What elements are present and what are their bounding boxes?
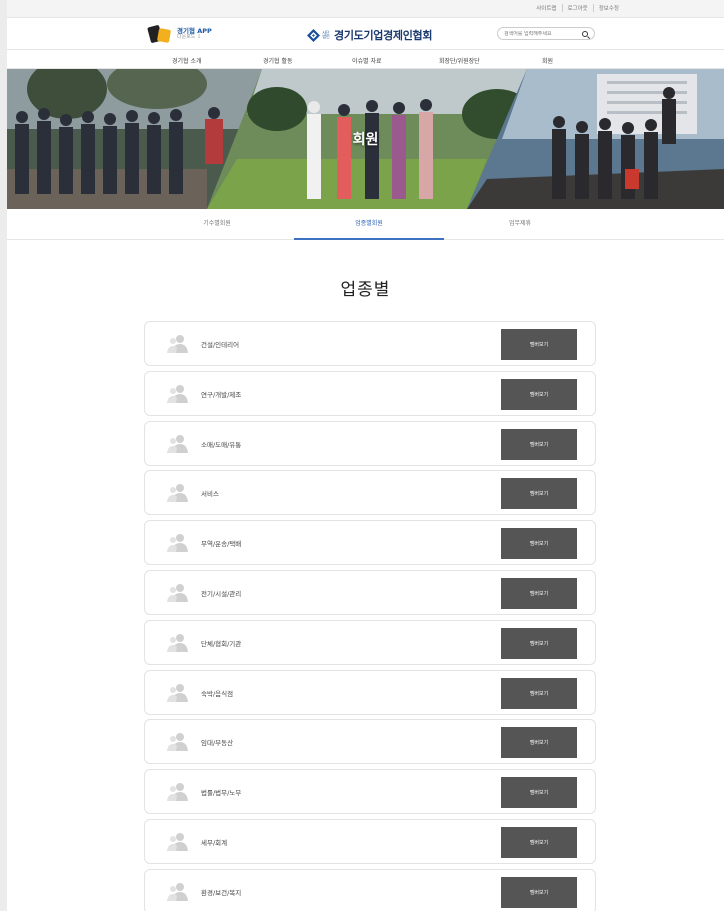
list-item: 전기/시설/관리 멤버보기 [144, 569, 596, 615]
search-box [497, 27, 595, 40]
tab-by-generation[interactable]: 기수별회원 [142, 209, 292, 240]
list-item: 서비스 멤버보기 [144, 470, 596, 516]
logo-text: 경기도기업경제인협회 [334, 29, 433, 42]
category-list: 건설/인테리어 멤버보기 연구/개발/제조 멤버보기 소매/도매/유통 멤버보기 서비스 멤버… [144, 321, 596, 911]
list-item: 소매/도매/유통 멤버보기 [144, 420, 596, 466]
phone-icon [147, 24, 173, 44]
category-label: 숙박/음식점 [201, 689, 234, 698]
list-item: 임대/부동산 멤버보기 [144, 719, 596, 765]
app-download-link[interactable]: 경기협 APP 다운로드 ⇩ [147, 24, 212, 44]
view-members-button[interactable]: 멤버보기 [501, 378, 577, 410]
view-members-button[interactable]: 멤버보기 [501, 428, 577, 460]
list-item: 환경/보건/복지 멤버보기 [144, 868, 596, 911]
view-members-button[interactable]: 멤버보기 [501, 826, 577, 858]
view-members-button[interactable]: 멤버보기 [501, 577, 577, 609]
member-icon [167, 832, 188, 851]
site-logo[interactable]: 사단법인 경기도기업경제인협회 [307, 27, 433, 43]
view-members-button[interactable]: 멤버보기 [501, 329, 577, 360]
hero-title: 회원 [352, 132, 379, 148]
member-icon [167, 882, 188, 901]
list-item: 숙박/음식점 멤버보기 [144, 669, 596, 715]
member-icon [167, 335, 188, 353]
category-label: 건설/인테리어 [201, 341, 240, 349]
category-label: 전기/시설/관리 [201, 589, 242, 598]
member-icon [167, 484, 188, 503]
utility-links: 사이트맵 로그아웃 정보수정 [531, 4, 624, 12]
view-members-button[interactable]: 멤버보기 [501, 528, 577, 560]
member-icon [167, 384, 188, 403]
tab-partnership[interactable]: 업무제휴 [445, 209, 595, 240]
view-members-button[interactable]: 멤버보기 [501, 677, 577, 709]
category-label: 무역/운송/택배 [201, 540, 242, 549]
nav-item-leadership[interactable]: 회장단/위원장단 [439, 56, 480, 65]
category-label: 단체/협회/기관 [201, 639, 242, 648]
nav-item-issues[interactable]: 이슈별 자료 [352, 56, 382, 65]
category-label: 세무/회계 [201, 838, 228, 847]
view-members-button[interactable]: 멤버보기 [501, 627, 577, 659]
logout-link[interactable]: 로그아웃 [563, 4, 594, 12]
logo-mini-text: 사단법인 [322, 30, 330, 39]
list-item: 법률/법무/노무 멤버보기 [144, 769, 596, 815]
section-title: 업종별 [340, 280, 391, 300]
member-icon [167, 783, 188, 802]
main-nav: 경기협 소개 경기협 활동 이슈별 자료 회장단/위원장단 회원 [7, 50, 724, 69]
view-members-button[interactable]: 멤버보기 [501, 727, 577, 759]
nav-item-about[interactable]: 경기협 소개 [172, 56, 202, 65]
app-download-label: 다운로드 ⇩ [177, 33, 202, 40]
sub-tabs: 기수별회원 업종별회원 업무제휴 [7, 209, 724, 240]
nav-item-members[interactable]: 회원 [542, 56, 553, 65]
header: 경기협 APP 다운로드 ⇩ 사단법인 경기도기업경제인협회 [7, 18, 724, 50]
list-item: 연구/개발/제조 멤버보기 [144, 370, 596, 416]
category-label: 소매/도매/유통 [201, 440, 242, 449]
category-label: 법률/법무/노무 [201, 789, 242, 798]
category-label: 환경/보건/복지 [201, 888, 242, 897]
utility-bar: 사이트맵 로그아웃 정보수정 [7, 0, 724, 18]
member-icon [167, 583, 188, 602]
list-item: 단체/협회/기관 멤버보기 [144, 619, 596, 665]
sitemap-link[interactable]: 사이트맵 [531, 4, 563, 12]
logo-diamond-icon [307, 28, 320, 42]
nav-item-activity[interactable]: 경기협 활동 [263, 56, 293, 65]
tab-by-industry[interactable]: 업종별회원 [294, 209, 444, 240]
member-icon [167, 434, 188, 453]
list-item: 세무/회계 멤버보기 [144, 818, 596, 864]
view-members-button[interactable]: 멤버보기 [501, 777, 577, 809]
search-input[interactable] [504, 30, 579, 37]
member-icon [167, 683, 188, 702]
view-members-button[interactable]: 멤버보기 [501, 876, 577, 908]
category-label: 연구/개발/제조 [201, 390, 242, 399]
edit-info-link[interactable]: 정보수정 [594, 4, 624, 12]
member-icon [167, 733, 188, 752]
page: 사이트맵 로그아웃 정보수정 경기협 APP 다운로드 ⇩ 사단법인 경기도기업… [7, 0, 724, 911]
list-item: 건설/인테리어 멤버보기 [144, 321, 596, 366]
member-icon [167, 534, 188, 553]
hero-banner: 회원 [7, 69, 724, 209]
member-icon [167, 633, 188, 652]
list-item: 무역/운송/택배 멤버보기 [144, 520, 596, 566]
view-members-button[interactable]: 멤버보기 [501, 478, 577, 510]
category-label: 임대/부동산 [201, 739, 234, 748]
category-label: 서비스 [201, 490, 219, 499]
search-icon[interactable] [582, 30, 588, 37]
